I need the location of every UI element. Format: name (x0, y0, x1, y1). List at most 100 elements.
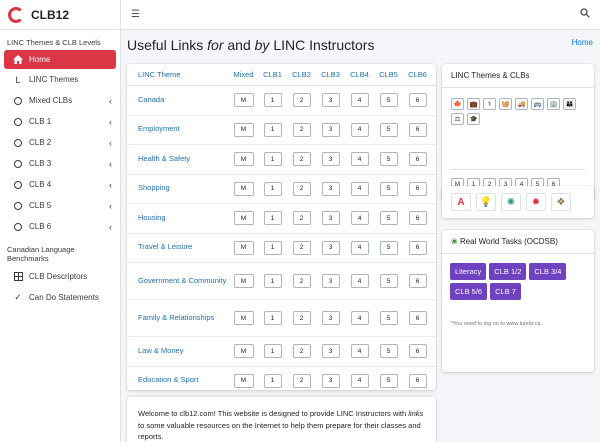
level-button[interactable]: 3 (321, 122, 340, 137)
theme-link[interactable]: Family & Relationships (138, 313, 229, 324)
level-button[interactable]: 6 (408, 240, 427, 255)
level-button[interactable]: 5 (379, 240, 398, 255)
level-button[interactable]: 1 (263, 211, 282, 226)
theme-link[interactable]: Government & Community (138, 276, 229, 287)
level-button[interactable]: 3 (321, 211, 340, 226)
level-button[interactable]: M (233, 93, 254, 108)
level-button[interactable]: 5 (379, 181, 398, 196)
level-button[interactable]: 4 (350, 274, 369, 288)
level-button[interactable]: 5 (379, 152, 398, 167)
level-button[interactable]: 4 (350, 122, 369, 137)
idea-logo-icon[interactable]: 💡 (476, 193, 496, 211)
level-button[interactable]: 6 (408, 122, 427, 137)
level-button[interactable]: 3 (321, 181, 340, 196)
truck-icon[interactable]: 🚚 (515, 98, 528, 110)
level-button[interactable]: 6 (408, 344, 427, 359)
theme-link[interactable]: Education & Sport (138, 375, 229, 386)
level-button[interactable]: 3 (321, 152, 340, 167)
sidebar-item-home[interactable]: Home (4, 50, 116, 69)
theme-link[interactable]: Travel & Leisure (138, 242, 229, 253)
level-button[interactable]: 5 (379, 274, 398, 288)
briefcase-icon[interactable]: 💼 (467, 98, 480, 110)
bus-icon[interactable]: 🚌 (531, 98, 544, 110)
sidebar-item-clb3[interactable]: CLB 3 ‹ (0, 153, 120, 174)
basket-icon[interactable]: 🧺 (499, 98, 512, 110)
sidebar-item-clb-descriptors[interactable]: CLB Descriptors (0, 266, 120, 287)
cbc-logo-icon[interactable]: ✹ (526, 193, 546, 211)
theme-link[interactable]: Housing (138, 213, 229, 224)
level-button[interactable]: 1 (263, 311, 282, 325)
sidebar-item-can-do[interactable]: ✓ Can Do Statements (0, 287, 120, 308)
theme-link[interactable]: Canada (138, 95, 229, 106)
level-button[interactable]: M (233, 211, 254, 226)
task-button-clb-5-6[interactable]: CLB 5/6 (450, 283, 488, 300)
level-button[interactable]: M (233, 181, 254, 196)
level-button[interactable]: 4 (350, 152, 369, 167)
level-button[interactable]: 1 (263, 122, 282, 137)
level-button[interactable]: 5 (379, 344, 398, 359)
sidebar-item-clb4[interactable]: CLB 4 ‹ (0, 174, 120, 195)
level-button[interactable]: 2 (292, 93, 311, 108)
building-icon[interactable]: 🏢 (547, 98, 560, 110)
theme-link[interactable]: Shopping (138, 183, 229, 194)
level-button[interactable]: 2 (292, 152, 311, 167)
level-button[interactable]: 4 (350, 240, 369, 255)
task-button-clb-3-4[interactable]: CLB 3/4 (529, 263, 567, 280)
level-button[interactable]: 6 (408, 152, 427, 167)
level-button[interactable]: 6 (408, 211, 427, 226)
menu-icon[interactable]: ☰ (131, 9, 140, 20)
task-button-literacy[interactable]: Literacy (450, 263, 487, 280)
level-button[interactable]: 2 (292, 211, 311, 226)
level-button[interactable]: 4 (350, 93, 369, 108)
level-button[interactable]: 3 (321, 274, 340, 288)
level-button[interactable]: M (233, 344, 254, 359)
level-button[interactable]: M (233, 311, 254, 325)
sidebar-item-clb2[interactable]: CLB 2 ‹ (0, 132, 120, 153)
graduation-icon[interactable]: 🎓 (467, 113, 480, 125)
sidebar-item-clb1[interactable]: CLB 1 ‹ (0, 111, 120, 132)
theme-link[interactable]: Health & Safety (138, 154, 229, 165)
level-button[interactable]: 4 (350, 344, 369, 359)
level-button[interactable]: 2 (292, 311, 311, 325)
theme-link[interactable]: Law & Money (138, 346, 229, 357)
level-button[interactable]: 4 (350, 311, 369, 325)
level-button[interactable]: 5 (379, 211, 398, 226)
task-button-clb-1-2[interactable]: CLB 1/2 (489, 263, 527, 280)
level-button[interactable]: M (233, 274, 254, 288)
settlement-logo-icon[interactable]: ❖ (551, 193, 571, 211)
sidebar-item-clb6[interactable]: CLB 6 ‹ (0, 216, 120, 237)
theme-link[interactable]: Employment (138, 124, 229, 135)
level-button[interactable]: M (233, 240, 254, 255)
level-button[interactable]: 1 (263, 373, 282, 388)
level-button[interactable]: 4 (350, 373, 369, 388)
breadcrumb-home[interactable]: Home (572, 38, 593, 47)
level-button[interactable]: 1 (263, 93, 282, 108)
level-button[interactable]: 1 (263, 152, 282, 167)
level-button[interactable]: 6 (408, 274, 427, 288)
sidebar-item-clb5[interactable]: CLB 5 ‹ (0, 195, 120, 216)
level-button[interactable]: 5 (379, 311, 398, 325)
ircc-logo-icon[interactable]: ✺ (501, 193, 521, 211)
level-button[interactable]: 5 (379, 122, 398, 137)
level-button[interactable]: 1 (263, 344, 282, 359)
sidebar-item-mixed-clbs[interactable]: Mixed CLBs ‹ (0, 90, 120, 111)
level-button[interactable]: 2 (292, 373, 311, 388)
level-button[interactable]: 2 (292, 122, 311, 137)
sidebar-item-linc-themes[interactable]: L LINC Themes (0, 69, 120, 90)
level-button[interactable]: 6 (408, 93, 427, 108)
level-button[interactable]: 6 (408, 311, 427, 325)
brand[interactable]: CLB12 (0, 0, 120, 30)
maple-leaf-icon[interactable]: 🍁 (451, 98, 464, 110)
level-button[interactable]: 2 (292, 274, 311, 288)
level-button[interactable]: 1 (263, 274, 282, 288)
level-button[interactable]: 5 (379, 373, 398, 388)
level-button[interactable]: 3 (321, 311, 340, 325)
level-button[interactable]: 6 (408, 181, 427, 196)
level-button[interactable]: 2 (292, 344, 311, 359)
level-button[interactable]: 3 (321, 344, 340, 359)
law-icon[interactable]: ⚖ (451, 113, 464, 125)
level-button[interactable]: 1 (263, 181, 282, 196)
level-button[interactable]: 1 (263, 240, 282, 255)
level-button[interactable]: M (233, 373, 254, 388)
level-button[interactable]: 6 (408, 373, 427, 388)
